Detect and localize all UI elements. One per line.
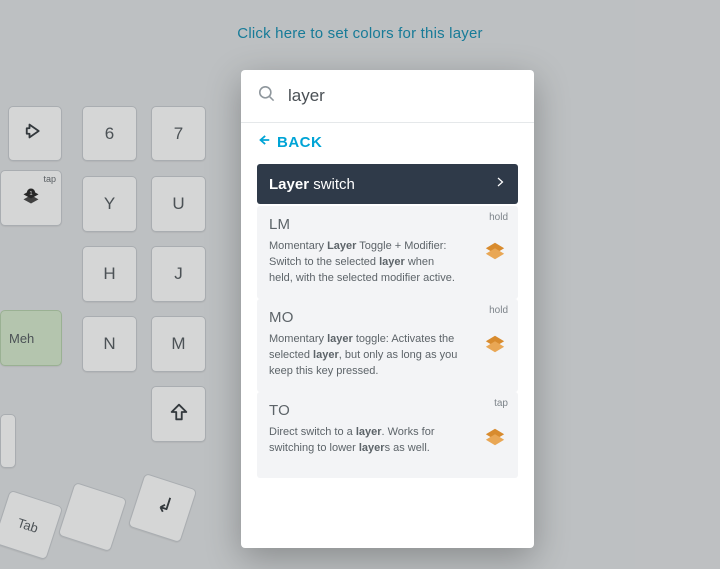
- search-icon: [257, 84, 276, 108]
- result-item-lm[interactable]: hold LM Momentary Layer Toggle + Modifie…: [257, 206, 518, 299]
- chevron-right-icon: [494, 175, 506, 193]
- arrow-left-icon: [257, 133, 271, 151]
- keycode-description: Momentary layer toggle: Activates the se…: [269, 332, 459, 380]
- result-item-mo[interactable]: hold MO Momentary layer toggle: Activate…: [257, 299, 518, 392]
- category-header-layer-switch[interactable]: Layer switch: [257, 164, 518, 204]
- keycode-label: LM: [269, 216, 506, 233]
- layers-icon: [484, 240, 506, 267]
- key-picker-modal: BACK Layer switch hold LM Momentary Laye…: [241, 70, 534, 548]
- trigger-badge: hold: [489, 212, 508, 223]
- layers-icon: [484, 426, 506, 453]
- category-title: Layer switch: [269, 176, 355, 193]
- keycode-label: MO: [269, 309, 506, 326]
- search-input[interactable]: [288, 86, 516, 106]
- keycode-label: TO: [269, 402, 506, 419]
- trigger-badge: hold: [489, 305, 508, 316]
- keycode-description: Momentary Layer Toggle + Modifier: Switc…: [269, 239, 459, 287]
- back-button[interactable]: BACK: [257, 133, 322, 151]
- trigger-badge: tap: [494, 398, 508, 409]
- result-item-to[interactable]: tap TO Direct switch to a layer. Works f…: [257, 392, 518, 478]
- keycode-description: Direct switch to a layer. Works for swit…: [269, 425, 459, 457]
- search-row: [241, 70, 534, 123]
- back-label: BACK: [277, 134, 322, 151]
- layers-icon: [484, 333, 506, 360]
